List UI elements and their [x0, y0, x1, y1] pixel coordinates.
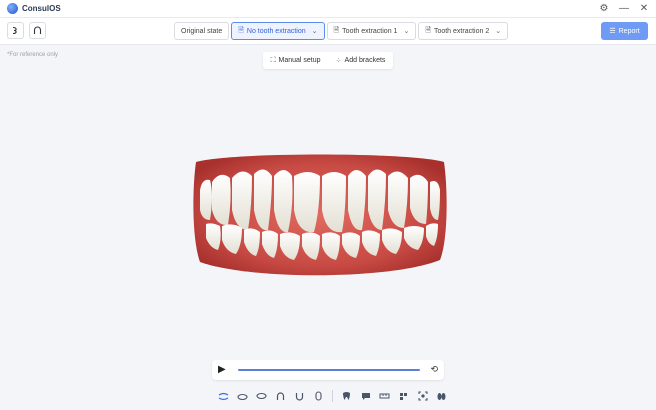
foot-icon[interactable] [432, 388, 451, 404]
upper-jaw-icon[interactable] [233, 388, 252, 404]
tab-tooth-extraction-2[interactable]: 🗎 Tooth extraction 2 ⌄ [418, 22, 509, 40]
main-toolbar: Original state 🗎 No tooth extraction ⌄ 🗎… [0, 18, 656, 45]
settings-icon[interactable]: ⚙ [598, 1, 610, 17]
document-icon: 🗎 [333, 26, 340, 34]
app-name: ConsulOS [22, 4, 61, 13]
tab-label: No tooth extraction [246, 27, 306, 35]
report-button[interactable]: ☰ Report [601, 22, 648, 40]
tab-label: Tooth extraction 1 [342, 27, 398, 35]
report-label: Report [618, 27, 640, 35]
arch-view-icon [33, 26, 42, 34]
document-icon: 🗎 [425, 26, 431, 34]
reference-note: *For reference only [7, 52, 59, 58]
tooth-icon[interactable] [337, 388, 356, 404]
tab-tooth-extraction-1[interactable]: 🗎 Tooth extraction 1 ⌄ [326, 22, 417, 40]
occlusion-icon[interactable] [214, 388, 233, 404]
tab-label: Tooth extraction 2 [433, 27, 490, 35]
manual-setup-label: Manual setup [278, 57, 321, 64]
window-controls: ⚙ — ✕ [598, 1, 650, 17]
separator [332, 390, 333, 402]
lower-arch-icon[interactable] [290, 388, 309, 404]
add-brackets-label: Add brackets [344, 57, 386, 64]
setup-bar: ⛶ Manual setup ⁘ Add brackets [263, 52, 393, 69]
lower-jaw-icon[interactable] [252, 388, 271, 404]
progress-track[interactable] [238, 369, 420, 371]
fit-view-icon[interactable] [413, 388, 432, 404]
measure-icon[interactable] [375, 388, 394, 404]
title-bar: ConsulOS ⚙ — ✕ [0, 0, 656, 18]
animation-player: ▶ ⟲ [212, 360, 444, 380]
grid-icon[interactable] [394, 388, 413, 404]
tab-no-tooth-extraction[interactable]: 🗎 No tooth extraction ⌄ [231, 22, 325, 40]
upper-jaw-toggle-button[interactable] [7, 22, 24, 39]
manual-setup-button[interactable]: ⛶ Manual setup [271, 57, 321, 65]
brackets-icon: ⁘ [335, 57, 342, 65]
add-brackets-button[interactable]: ⁘ Add brackets [336, 57, 386, 65]
both-arch-icon[interactable] [309, 388, 328, 404]
loop-icon[interactable]: ⟲ [430, 363, 438, 376]
tab-label: Original state [181, 27, 223, 35]
view-toolbar [214, 388, 451, 404]
chevron-down-icon[interactable]: ⌄ [403, 27, 409, 35]
scenario-tabs: Original state 🗎 No tooth extraction ⌄ 🗎… [174, 22, 509, 40]
play-icon[interactable]: ▶ [218, 364, 226, 376]
manual-setup-icon: ⛶ [270, 56, 276, 64]
upper-jaw-toggle-icon [12, 26, 17, 35]
arch-view-button[interactable] [29, 22, 46, 39]
upper-arch-icon[interactable] [271, 388, 290, 404]
gum [193, 154, 447, 276]
chevron-down-icon[interactable]: ⌄ [312, 27, 318, 35]
consulos-logo-icon [7, 3, 18, 14]
dental-3d-model[interactable] [190, 150, 450, 280]
close-icon[interactable]: ✕ [638, 1, 650, 17]
document-icon: 🗎 [238, 26, 244, 34]
minimize-icon[interactable]: — [618, 1, 630, 17]
chevron-down-icon[interactable]: ⌄ [495, 27, 501, 35]
tab-original-state[interactable]: Original state [174, 22, 230, 40]
list-icon: ☰ [609, 28, 616, 35]
comment-icon[interactable] [356, 388, 375, 404]
